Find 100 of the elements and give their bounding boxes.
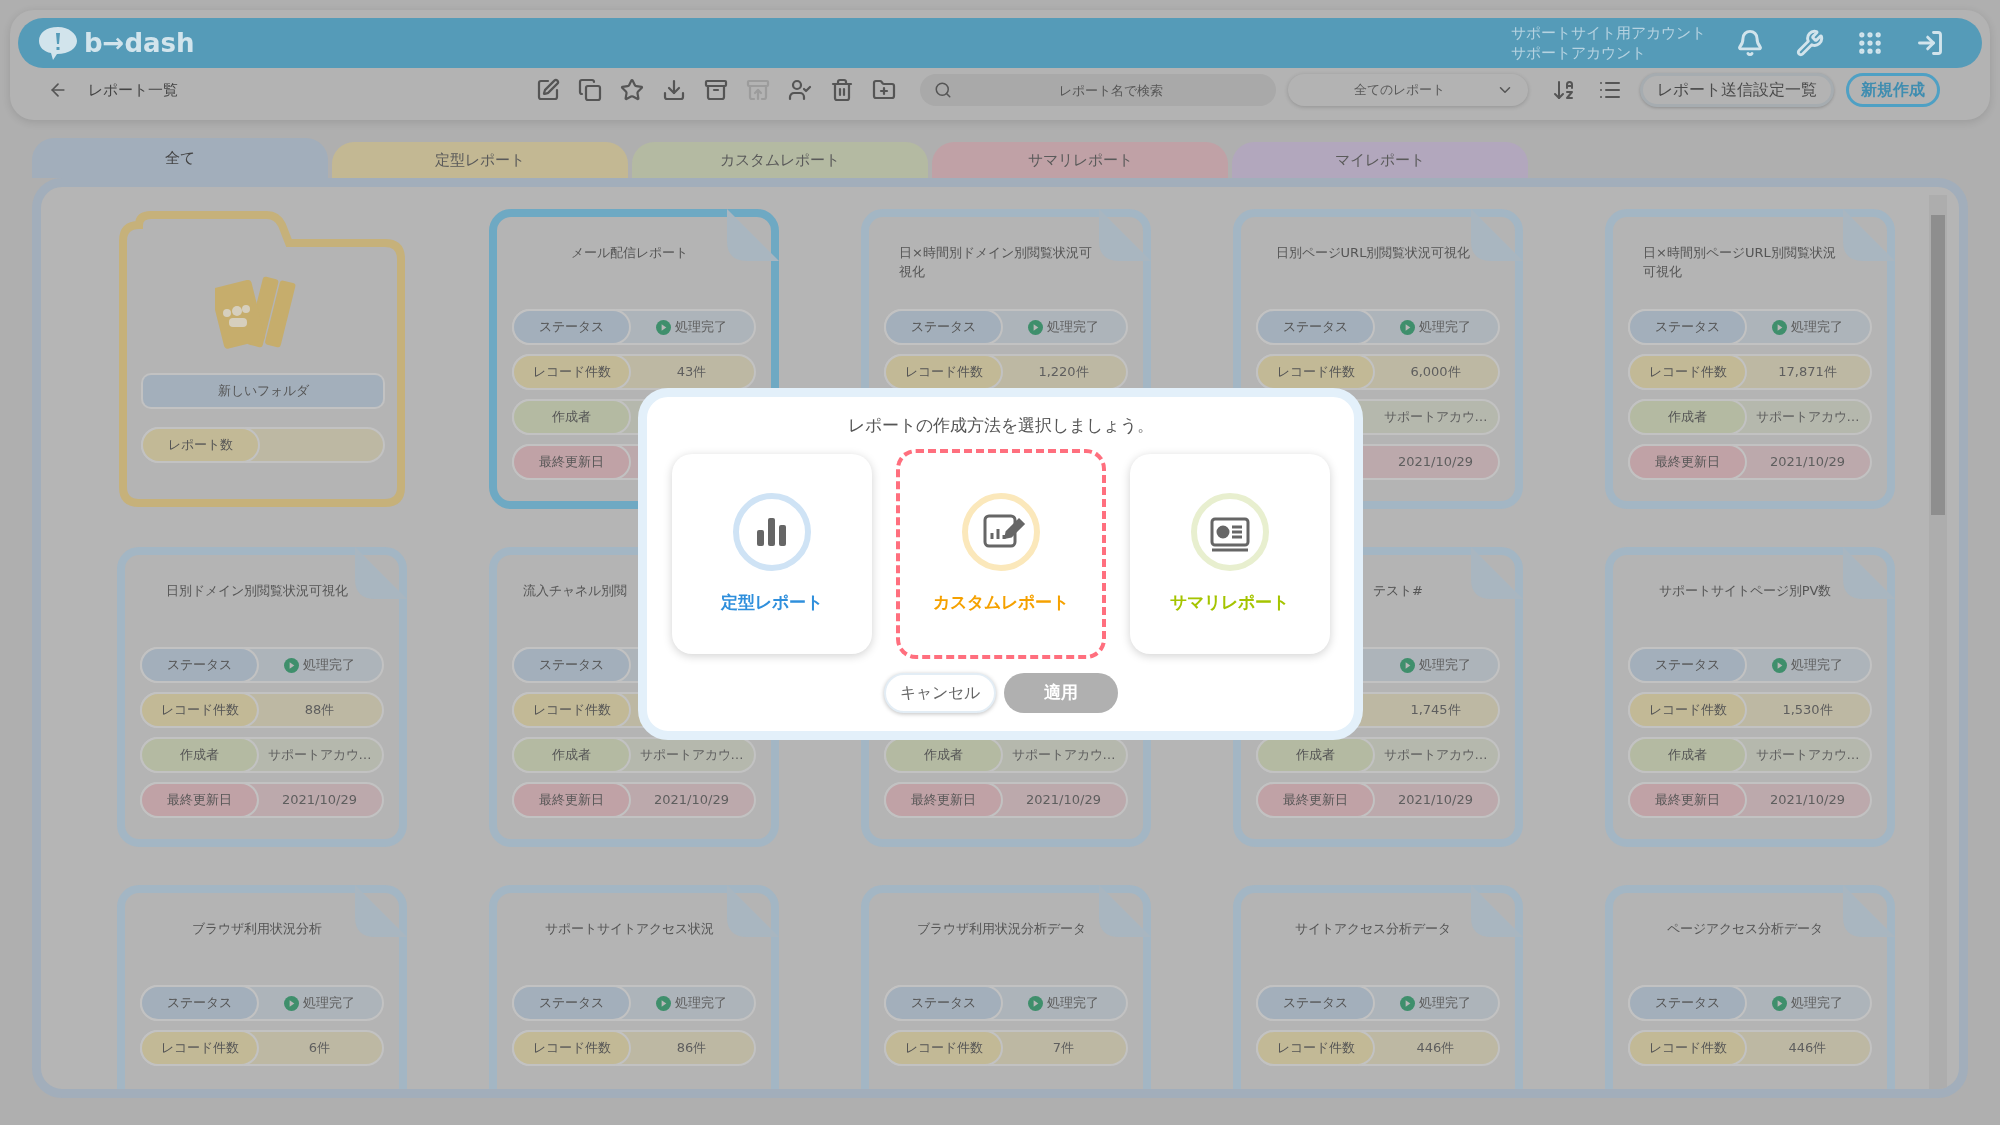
field-label: 作成者 [1630, 401, 1745, 433]
field-label: ステータス [1630, 987, 1745, 1019]
field-label: レコード件数 [514, 356, 629, 388]
field-value: 2021/10/29 [282, 791, 357, 810]
field-label: 最終更新日 [1630, 446, 1745, 478]
field-label: ステータス [142, 987, 257, 1019]
field-label: ステータス [514, 311, 629, 343]
field-value: 17,871件 [1778, 363, 1837, 382]
play-icon [1400, 319, 1415, 335]
folder-name: 新しいフォルダ [143, 375, 383, 407]
category-tab[interactable]: カスタムレポート [632, 142, 928, 178]
field-value: 処理完了 [1419, 994, 1471, 1013]
edit-icon[interactable] [536, 78, 560, 102]
user-check-icon[interactable] [788, 78, 812, 102]
folder-plus-icon[interactable] [872, 78, 896, 102]
field-value: 2021/10/29 [1770, 791, 1845, 810]
field-label: 最終更新日 [142, 784, 257, 816]
field-label: ステータス [514, 987, 629, 1019]
play-icon [284, 995, 299, 1011]
copy-icon[interactable] [578, 78, 602, 102]
card-title: テスト# [1373, 582, 1423, 600]
logo-text: b→dash [84, 26, 195, 60]
settings-list-button[interactable]: レポート送信設定一覧 [1640, 73, 1834, 107]
category-tab[interactable]: サマリレポート [932, 142, 1228, 178]
field-value: 2021/10/29 [1026, 791, 1101, 810]
play-icon [1772, 657, 1787, 673]
field-label: ステータス [142, 649, 257, 681]
card-title: 日別ドメイン別閲覧状況可視化 [166, 582, 348, 600]
bell-icon[interactable] [1736, 29, 1764, 57]
report-card[interactable]: 日×時間別ページURL別閲覧状況可視化 ステータス 処理完了 レコード件数 17,871件 作成者 サポートアカウ… 最終更新日 2021/10/29 [1605, 209, 1895, 509]
cancel-button[interactable]: キャンセル [883, 672, 996, 713]
wrench-icon[interactable] [1796, 29, 1824, 57]
field-value: 1,220件 [1038, 363, 1089, 382]
category-tab[interactable]: マイレポート [1232, 142, 1528, 178]
field-value: 446件 [1788, 1039, 1827, 1058]
field-label: レコード件数 [1630, 694, 1745, 726]
field-value: 処理完了 [303, 656, 355, 675]
field-value: 処理完了 [1047, 318, 1099, 337]
play-icon [1400, 657, 1415, 673]
play-icon [1028, 319, 1043, 335]
card-title: メール配信レポート [570, 244, 688, 262]
field-label: 作成者 [142, 739, 257, 771]
report-card[interactable]: サポートサイトアクセス状況 ステータス 処理完了 レコード件数 86件 [489, 885, 779, 1089]
field-label: レコード件数 [142, 1032, 257, 1064]
scrollbar[interactable] [1929, 195, 1947, 1089]
field-value: 処理完了 [675, 994, 727, 1013]
card-title: 日×時間別ページURL別閲覧状況可視化 [1643, 244, 1837, 281]
play-icon [656, 319, 671, 335]
card-title: 日別ページURL別閲覧状況可視化 [1275, 244, 1471, 262]
report-card[interactable]: サイトアクセス分析データ ステータス 処理完了 レコード件数 446件 [1233, 885, 1523, 1089]
download-icon[interactable] [662, 78, 686, 102]
field-label: レコード件数 [1630, 356, 1745, 388]
field-label: ステータス [1258, 987, 1373, 1019]
report-type-option[interactable]: カスタムレポート [895, 448, 1106, 659]
field-value: 1,530件 [1782, 701, 1833, 720]
archive-down-icon[interactable] [704, 78, 728, 102]
field-label: 作成者 [514, 739, 629, 771]
field-label: レコード件数 [886, 1032, 1001, 1064]
field-label: 作成者 [1630, 739, 1745, 771]
sort-az-icon[interactable] [1552, 78, 1576, 102]
field-value: 1,745件 [1410, 701, 1461, 720]
report-card[interactable]: サポートサイトページ別PV数 ステータス 処理完了 レコード件数 1,530件 作成者 サポートアカウ… 最終更新日 2021/10/29 [1605, 547, 1895, 847]
account-name: サポートサイト用アカウント [1511, 23, 1706, 43]
category-tab[interactable]: 全て [32, 138, 328, 178]
field-label: レコード件数 [1630, 1032, 1745, 1064]
field-label: 最終更新日 [514, 784, 629, 816]
field-label: 最終更新日 [1630, 784, 1745, 816]
field-value: 処理完了 [675, 318, 727, 337]
report-card[interactable]: ブラウザ利用状況分析データ ステータス 処理完了 レコード件数 7件 [861, 885, 1151, 1089]
bar-chart-icon [731, 491, 812, 572]
field-label: 作成者 [886, 739, 1001, 771]
card-title: 日×時間別ドメイン別閲覧状況可視化 [899, 244, 1093, 281]
field-value: 処理完了 [1419, 656, 1471, 675]
field-value: 2021/10/29 [1398, 791, 1473, 810]
field-value: 6件 [308, 1039, 331, 1058]
report-card[interactable]: ページアクセス分析データ ステータス 処理完了 レコード件数 446件 [1605, 885, 1895, 1089]
field-value: サポートアカウ… [1755, 746, 1860, 765]
report-card[interactable]: 日別ドメイン別閲覧状況可視化 ステータス 処理完了 レコード件数 88件 作成者 サポートアカウ… 最終更新日 2021/10/29 [117, 547, 407, 847]
grid-icon[interactable] [1856, 29, 1884, 57]
category-tab[interactable]: 定型レポート [332, 142, 628, 178]
play-icon [284, 657, 299, 673]
field-value: 処理完了 [1047, 994, 1099, 1013]
search-field[interactable]: レポート名で検索 [920, 74, 1276, 106]
report-type-option[interactable]: 定型レポート [671, 453, 872, 654]
trash-icon[interactable] [830, 78, 854, 102]
field-value: 86件 [676, 1039, 707, 1058]
field-label: ステータス [886, 987, 1001, 1019]
play-icon [1772, 319, 1787, 335]
search-icon [934, 81, 952, 99]
field-label: ステータス [1258, 311, 1373, 343]
field-label: レコード件数 [1258, 356, 1373, 388]
field-value: 43件 [676, 363, 707, 382]
report-filter-dropdown[interactable]: 全てのレポート [1288, 74, 1528, 106]
field-label: レコード件数 [514, 694, 629, 726]
star-icon[interactable] [620, 78, 644, 102]
field-label: レコード件数 [142, 694, 257, 726]
play-icon [656, 995, 671, 1011]
summary-card-icon [1189, 491, 1270, 572]
login-icon[interactable] [1916, 29, 1944, 57]
report-card[interactable]: ブラウザ利用状況分析 ステータス 処理完了 レコード件数 6件 [117, 885, 407, 1089]
